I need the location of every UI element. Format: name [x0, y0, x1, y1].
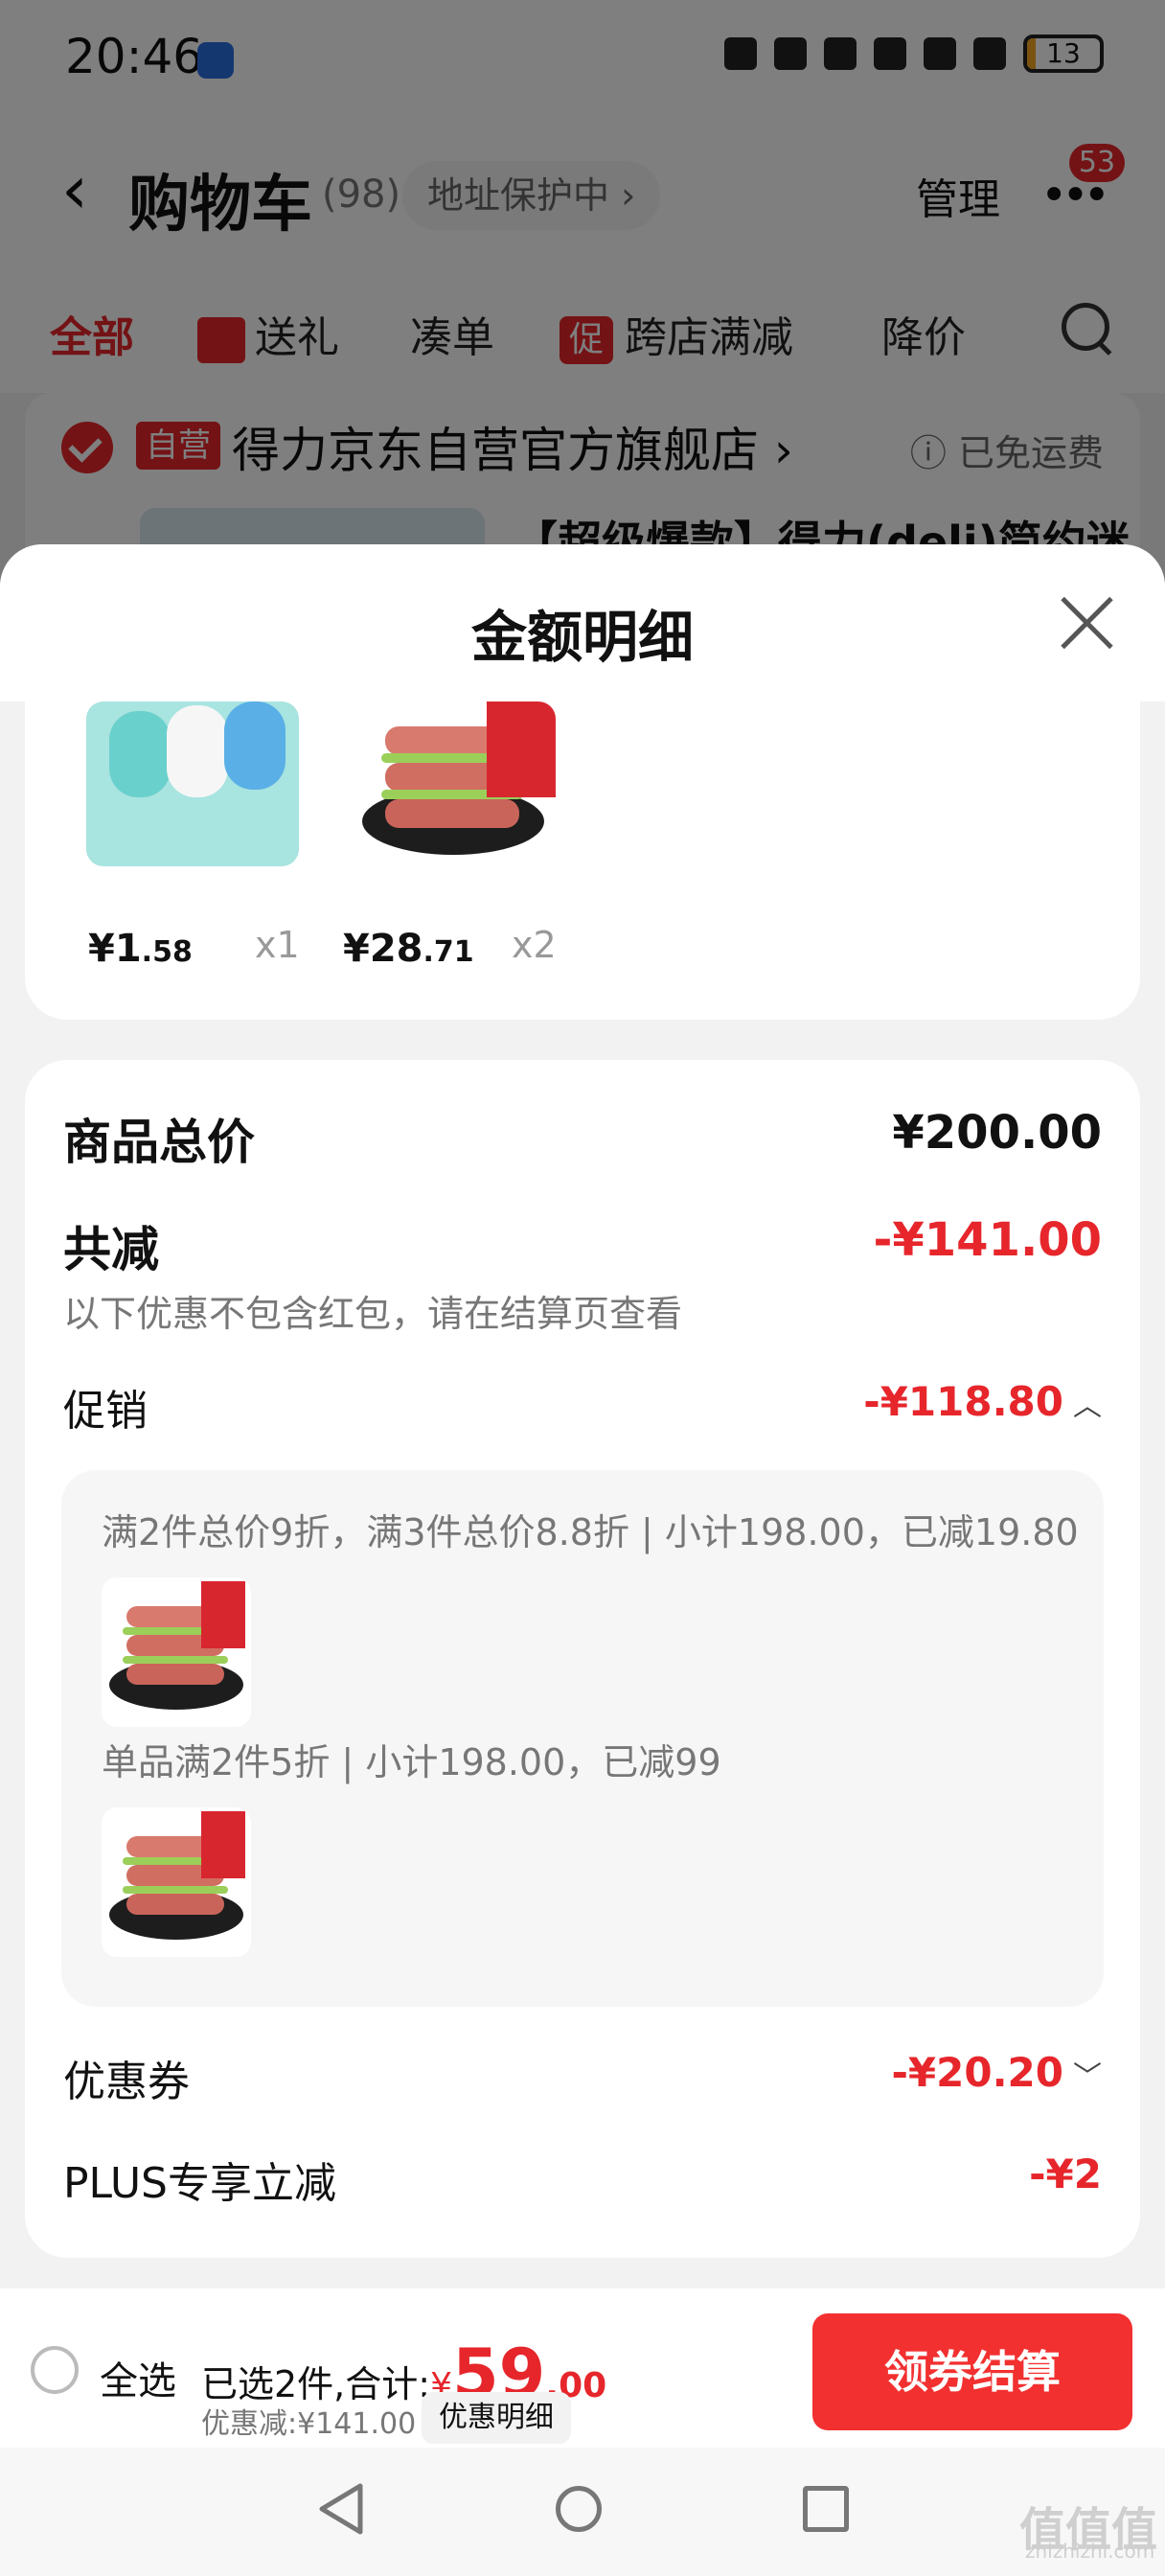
plus-value: -¥2	[1029, 2150, 1102, 2197]
sheet-title: 金额明细	[470, 605, 694, 670]
chevron-up-icon: ︿	[1073, 1390, 1102, 1423]
select-all-label[interactable]: 全选	[100, 2350, 176, 2405]
total-reduction-label: 共减	[63, 1222, 159, 1277]
product-image[interactable]	[86, 702, 299, 866]
promo-detail-line: 单品满2件5折 | 小计198.00，已减99	[102, 1741, 721, 1783]
discount-amount: 优惠减:¥141.00	[201, 2407, 417, 2441]
price-summary-card: 商品总价 ¥200.00 共减 -¥141.00 以下优惠不包含红包，请在结算页…	[25, 1060, 1140, 2258]
nav-back-icon[interactable]	[316, 2482, 366, 2536]
promotion-detail-box: 满2件总价9折，满3件总价8.8折 | 小计198.00，已减19.80 单品满…	[61, 1470, 1104, 2007]
product-image[interactable]	[102, 1577, 251, 1727]
watermark-sub: zhizhizhi.com	[1025, 2540, 1155, 2563]
chevron-down-icon: ﹀	[1073, 2060, 1102, 2094]
nav-home-icon[interactable]	[556, 2486, 602, 2532]
checkout-bar: 全选 已选2件,合计:¥59.00 优惠减:¥141.00 优惠明细 领券结算	[0, 2288, 1165, 2448]
promo-detail-line: 满2件总价9折，满3件总价8.8折 | 小计198.00，已减19.80	[102, 1511, 1079, 1553]
item-quantity: x1	[255, 924, 300, 966]
close-icon[interactable]	[1058, 594, 1115, 652]
reduction-note: 以下优惠不包含红包，请在结算页查看	[63, 1293, 683, 1335]
select-all-radio[interactable]	[31, 2346, 79, 2394]
checkout-button[interactable]: 领券结算	[812, 2313, 1132, 2430]
sheet-header: 金额明细	[0, 544, 1165, 702]
goods-total-label: 商品总价	[63, 1115, 255, 1170]
item-quantity: x2	[512, 924, 557, 966]
system-navigation-bar	[0, 2448, 1165, 2576]
product-image[interactable]	[102, 1807, 251, 1957]
goods-total-value: ¥200.00	[892, 1106, 1102, 1160]
promotion-label: 促销	[63, 1387, 148, 1436]
item-price: ¥1.58	[88, 927, 193, 971]
coupon-toggle[interactable]: -¥20.20 ﹀	[891, 2049, 1102, 2096]
coupon-label: 优惠券	[63, 2058, 190, 2106]
nav-recent-icon[interactable]	[803, 2486, 849, 2532]
promotion-toggle[interactable]: -¥118.80 ︿	[863, 1378, 1102, 1425]
discount-detail-button[interactable]: 优惠明细	[422, 2392, 571, 2444]
total-reduction-value: -¥141.00	[873, 1213, 1102, 1267]
selected-items-card: ¥1.58 x1 ¥28.71 x2	[25, 702, 1140, 1020]
item-price: ¥28.71	[343, 927, 474, 971]
amount-detail-sheet: 金额明细 ¥1.58 x1 ¥28.71 x2 商品总价 ¥200.00 共减	[0, 544, 1165, 2288]
plus-label: PLUS专享立减	[63, 2159, 336, 2208]
product-image[interactable]	[343, 702, 556, 866]
